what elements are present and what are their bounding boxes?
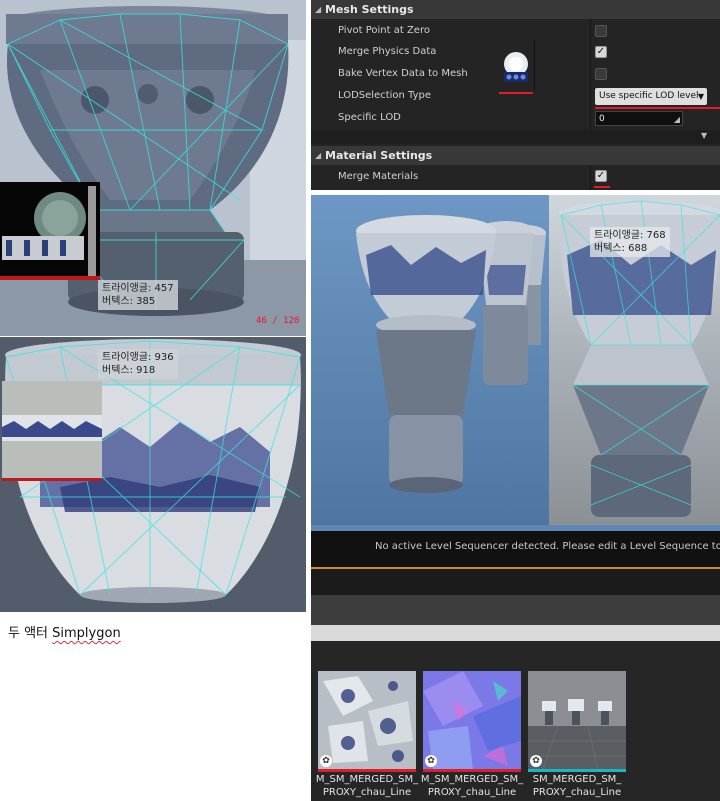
section-title: Material Settings <box>325 149 433 162</box>
texture-badge-icon: ✿ <box>425 755 437 767</box>
section-title: Mesh Settings <box>325 3 414 16</box>
asset-type-bar <box>318 769 416 772</box>
vertex-count: 버텍스: 385 <box>102 296 156 307</box>
collapse-arrow-icon[interactable]: ◢ <box>315 0 321 19</box>
asset-thumbnail: ✿ <box>528 671 626 769</box>
merge-physics-checkbox[interactable]: ✓ <box>595 46 607 58</box>
prop-pivot-point-at-zero: Pivot Point at Zero <box>311 20 720 42</box>
caption-prefix: 두 액터 <box>8 626 53 641</box>
material-badge-icon: ✿ <box>320 755 332 767</box>
prop-label: Bake Vertex Data to Mesh <box>338 68 468 79</box>
details-panel: ◢ Mesh Settings Pivot Point at Zero Merg… <box>311 0 720 190</box>
advanced-expander[interactable]: ▼ <box>311 130 720 144</box>
prop-merge-materials: Merge Materials ✓ <box>311 166 720 188</box>
collapse-arrow-icon[interactable]: ◢ <box>315 146 321 165</box>
asset-name-line2: PROXY_chau_Line <box>532 787 622 798</box>
sequencer-message-bar: No active Level Sequencer detected. Plea… <box>311 531 720 567</box>
left-bottom-viewport[interactable]: 트라이앵글: 936 버텍스: 918 <box>0 337 306 612</box>
dropdown-arrow-icon: ▼ <box>697 92 704 101</box>
asset-tile-material[interactable]: ✿ M_SM_MERGED_SM_ PROXY_chau_Line <box>315 671 419 799</box>
prop-label: LODSelection Type <box>338 90 432 101</box>
vertex-count: 버텍스: 918 <box>102 365 156 376</box>
asset-thumbnail: ✿ <box>423 671 521 769</box>
asset-tile-normal-map[interactable]: ✿ M_SM_MERGED_SM_ PROXY_chau_Line <box>420 671 524 799</box>
prop-label: Merge Physics Data <box>338 46 437 57</box>
triangle-count: 트라이앵글: 936 <box>102 352 174 363</box>
caption: 두 액터 Simplygon <box>8 622 121 641</box>
pivot-point-checkbox[interactable] <box>595 25 607 37</box>
frame-counter: 46 / 120 <box>256 316 300 326</box>
sequencer-track-area[interactable] <box>311 569 720 595</box>
asset-type-bar <box>423 769 521 772</box>
vertex-count: 버텍스: 688 <box>594 243 648 254</box>
expand-advanced-icon[interactable]: ▼ <box>701 131 707 140</box>
panel-splitter[interactable] <box>311 625 720 641</box>
red-annotation-underline <box>499 92 533 94</box>
texture-preview-bottom <box>2 381 102 481</box>
asset-name: SM_MERGED_SM_ PROXY_chau_Line <box>525 773 629 799</box>
section-header-material-settings[interactable]: ◢ Material Settings <box>311 146 720 165</box>
asset-name-line2: PROXY_chau_Line <box>427 787 517 798</box>
mesh-badge-icon: ✿ <box>530 755 542 767</box>
triangle-count: 트라이앵글: 457 <box>102 283 174 294</box>
simplygon-icon <box>496 46 536 86</box>
specific-lod-value: 0 <box>599 114 605 124</box>
asset-thumbnail: ✿ <box>318 671 416 769</box>
asset-name-line1: SM_MERGED_SM_ <box>532 774 622 785</box>
poly-stats-top: 트라이앵글: 457 버텍스: 385 <box>98 280 178 310</box>
triangle-count: 트라이앵글: 768 <box>594 230 666 241</box>
merge-materials-checkbox[interactable]: ✓ <box>595 170 607 182</box>
texture-preview-top <box>0 182 100 280</box>
asset-name: M_SM_MERGED_SM_ PROXY_chau_Line <box>315 773 419 799</box>
sequencer-message: No active Level Sequencer detected. Plea… <box>375 541 720 552</box>
bake-vertex-checkbox[interactable] <box>595 68 607 80</box>
prop-label: Pivot Point at Zero <box>338 25 430 36</box>
left-top-viewport[interactable]: 트라이앵글: 457 버텍스: 385 46 / 120 <box>0 0 306 336</box>
section-header-mesh-settings[interactable]: ◢ Mesh Settings <box>311 0 720 19</box>
asset-name-line1: M_SM_MERGED_SM_ <box>420 774 524 785</box>
asset-name-line1: M_SM_MERGED_SM_ <box>315 774 419 785</box>
drag-grip-icon[interactable]: ◢ <box>674 112 680 127</box>
asset-type-bar <box>528 769 626 772</box>
poly-stats-right: 트라이앵글: 768 버텍스: 688 <box>590 227 670 257</box>
asset-name-line2: PROXY_chau_Line <box>322 787 412 798</box>
lod-selection-dropdown[interactable]: Use specific LOD level ▼ <box>595 88 707 105</box>
panel-toolbar <box>311 595 720 625</box>
divider <box>534 40 535 90</box>
asset-tile-static-mesh[interactable]: ✿ SM_MERGED_SM_ PROXY_chau_Line <box>528 671 626 799</box>
right-viewport[interactable]: 트라이앵글: 768 버텍스: 688 <box>311 195 720 531</box>
prop-label: Specific LOD <box>338 112 401 123</box>
red-annotation-underline <box>594 186 610 188</box>
poly-stats-bottom: 트라이앵글: 936 버텍스: 918 <box>98 349 178 379</box>
asset-name: M_SM_MERGED_SM_ PROXY_chau_Line <box>420 773 524 799</box>
specific-lod-input[interactable]: 0 ◢ <box>595 111 683 126</box>
caption-tool-name: Simplygon <box>52 626 121 641</box>
dropdown-value: Use specific LOD level <box>599 91 699 101</box>
prop-label: Merge Materials <box>338 171 419 182</box>
content-browser: ✿ M_SM_MERGED_SM_ PROXY_chau_Line ✿ M_SM… <box>311 641 720 801</box>
